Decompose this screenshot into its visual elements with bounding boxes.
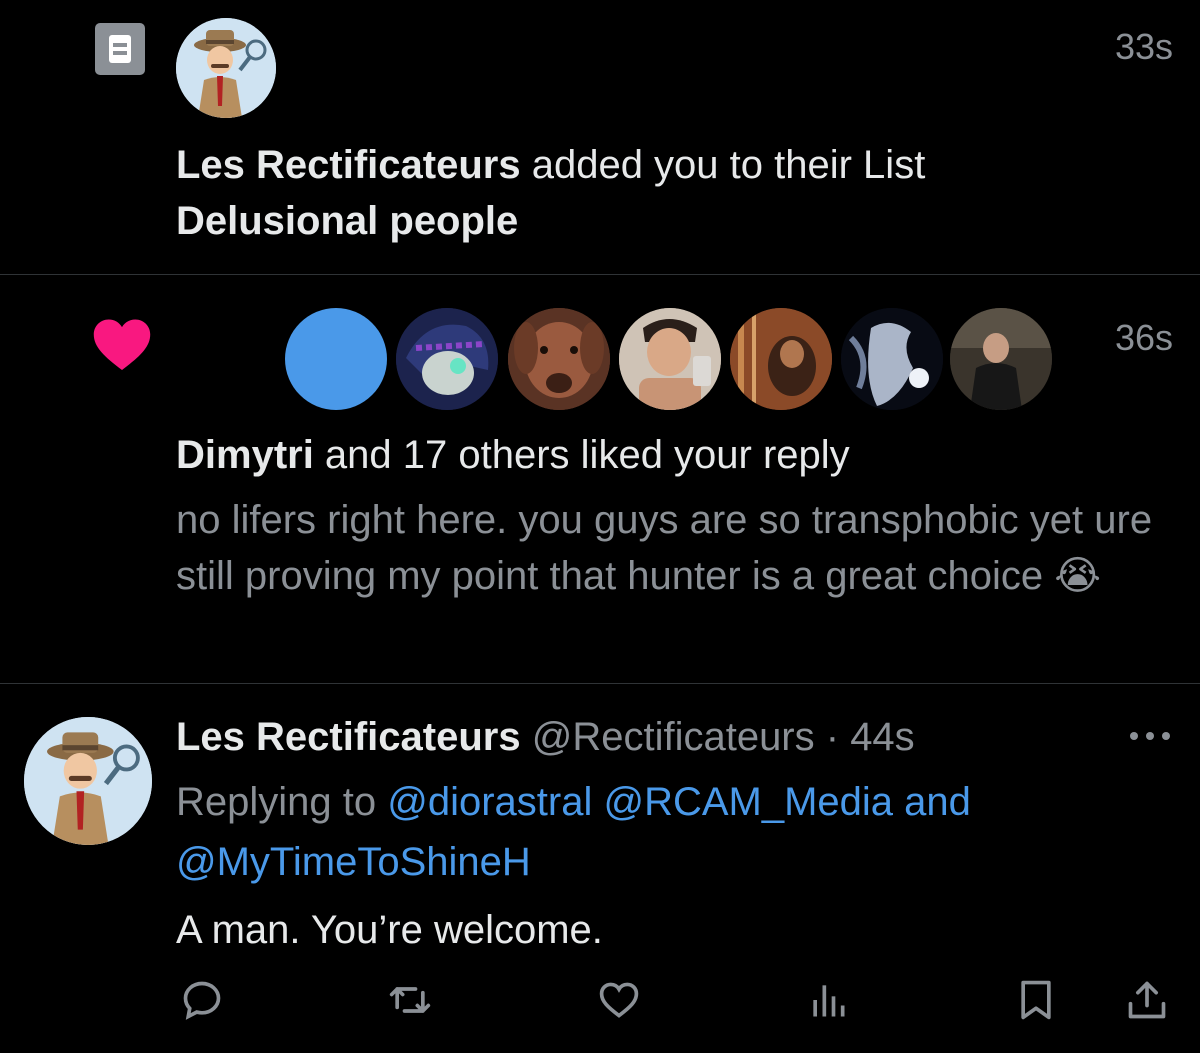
bookmark-icon[interactable]: [1014, 978, 1058, 1022]
list-icon: [95, 23, 145, 75]
more-options-icon[interactable]: [1128, 730, 1172, 742]
liker-avatar-dog[interactable]: [508, 308, 610, 410]
notification-text: Les Rectificateurs added you to their Li…: [176, 137, 925, 249]
notification-time: 33s: [1114, 26, 1173, 67]
like-notification[interactable]: 36s Dimytri and 17 others liked your rep…: [0, 275, 1200, 683]
replying-prefix: Replying to: [176, 780, 388, 824]
replying-to: Replying to @diorastral @RCAM_Media and …: [176, 772, 1156, 892]
tweet-time[interactable]: 44s: [850, 715, 915, 759]
liker-avatar-anime[interactable]: [396, 308, 498, 410]
liker-avatar-person[interactable]: [730, 308, 832, 410]
rectificateurs-avatar[interactable]: [176, 18, 276, 118]
action-text: and 17 others liked your reply: [313, 433, 850, 477]
liker-avatar-room[interactable]: [950, 308, 1052, 410]
author-avatar[interactable]: [24, 717, 152, 845]
liker-avatar-default[interactable]: [285, 308, 387, 410]
tweet-header: Les Rectificateurs @Rectificateurs · 44s: [176, 712, 915, 762]
separator: ·: [814, 715, 851, 759]
like-icon[interactable]: [597, 978, 641, 1022]
author-name[interactable]: Les Rectificateurs: [176, 715, 521, 759]
tweet-actions: [0, 978, 1200, 1022]
author-handle[interactable]: @Rectificateurs: [532, 715, 815, 759]
heart-icon: [93, 319, 151, 371]
tweet-text: A man. You’re welcome.: [176, 908, 603, 952]
notification-time: 36s: [1114, 317, 1173, 358]
retweet-icon[interactable]: [388, 978, 432, 1022]
actor-name[interactable]: Les Rectificateurs: [176, 143, 521, 187]
notification-text: Dimytri and 17 others liked your reply: [176, 427, 850, 483]
list-add-notification[interactable]: 33s Les Rectificateurs added you to thei…: [0, 0, 1200, 274]
reply-icon[interactable]: [180, 978, 224, 1022]
actor-name[interactable]: Dimytri: [176, 433, 314, 477]
views-icon[interactable]: [806, 978, 850, 1022]
share-icon[interactable]: [1125, 978, 1169, 1022]
action-text: added you to their List: [520, 143, 926, 187]
liker-avatar-selfie[interactable]: [619, 308, 721, 410]
liker-avatar-figure[interactable]: [841, 308, 943, 410]
list-name[interactable]: Delusional people: [176, 193, 925, 249]
liked-reply-preview[interactable]: no lifers right here. you guys are so tr…: [176, 492, 1176, 604]
tweet[interactable]: Les Rectificateurs @Rectificateurs · 44s…: [0, 684, 1200, 1053]
